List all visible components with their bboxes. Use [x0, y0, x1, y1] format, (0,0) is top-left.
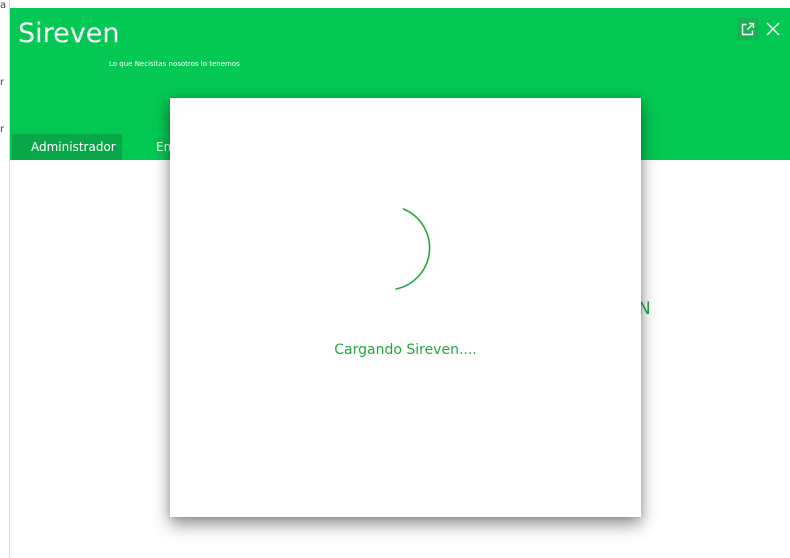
close-icon	[766, 22, 780, 36]
loading-message: Cargando Sireven....	[334, 342, 477, 358]
external-link-icon	[741, 22, 755, 36]
edge-glyph: r	[0, 77, 5, 88]
app-tagline: Lo que Necisitas nosotros lo tenemos	[109, 60, 240, 68]
external-link-button[interactable]	[737, 18, 759, 40]
edge-glyph: a	[0, 0, 7, 11]
close-button[interactable]	[762, 18, 784, 40]
tab-administrador[interactable]: Administrador	[12, 134, 122, 160]
loading-spinner-icon	[395, 208, 431, 290]
loading-dialog: Cargando Sireven....	[170, 98, 641, 517]
app-title: Sireven	[18, 18, 120, 49]
app-window: a r r Sireven Lo que Necisitas nosotros …	[0, 0, 790, 558]
edge-glyph: r	[0, 124, 5, 135]
left-window-edge: a r r	[0, 0, 10, 558]
